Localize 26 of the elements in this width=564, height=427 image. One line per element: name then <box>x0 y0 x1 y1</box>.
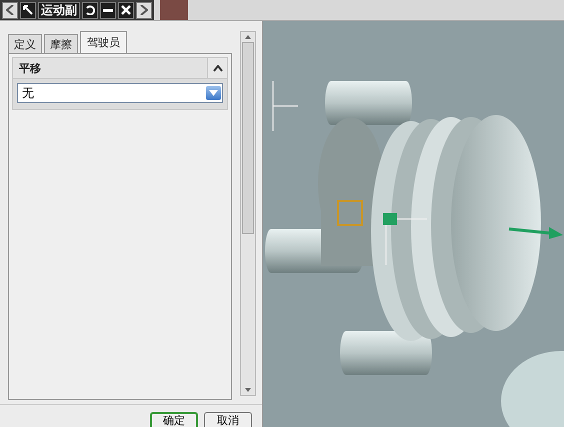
select-button[interactable] <box>20 2 36 18</box>
dropdown-field[interactable]: 无 <box>17 83 223 103</box>
undo-button[interactable] <box>82 2 98 18</box>
photo-placeholder <box>160 0 188 20</box>
next-button[interactable] <box>136 2 152 18</box>
close-button[interactable] <box>118 2 134 18</box>
toolbar-title[interactable]: 运动副 <box>38 2 80 18</box>
minimize-button[interactable] <box>100 2 116 18</box>
collapse-button[interactable] <box>207 58 227 78</box>
minus-icon <box>103 8 113 12</box>
tab[interactable]: 定义 <box>8 34 42 54</box>
undo-icon <box>85 5 95 15</box>
scroll-up-icon[interactable] <box>245 35 251 39</box>
close-icon <box>121 5 131 15</box>
pointer-arrow-icon <box>23 5 33 15</box>
chevron-up-icon <box>212 64 222 72</box>
scrollbar[interactable] <box>240 31 256 396</box>
chevron-right-icon <box>140 5 148 15</box>
previous-button[interactable] <box>2 2 18 18</box>
section-title: 平移 <box>19 60 41 76</box>
tab[interactable]: 驾驶员 <box>80 31 127 54</box>
scroll-down-icon[interactable] <box>245 388 251 392</box>
chevron-left-icon <box>6 5 14 15</box>
ok-button[interactable]: 确定 <box>150 412 198 427</box>
tab[interactable]: 摩擦 <box>44 34 78 54</box>
cancel-button[interactable]: 取消 <box>204 412 252 427</box>
